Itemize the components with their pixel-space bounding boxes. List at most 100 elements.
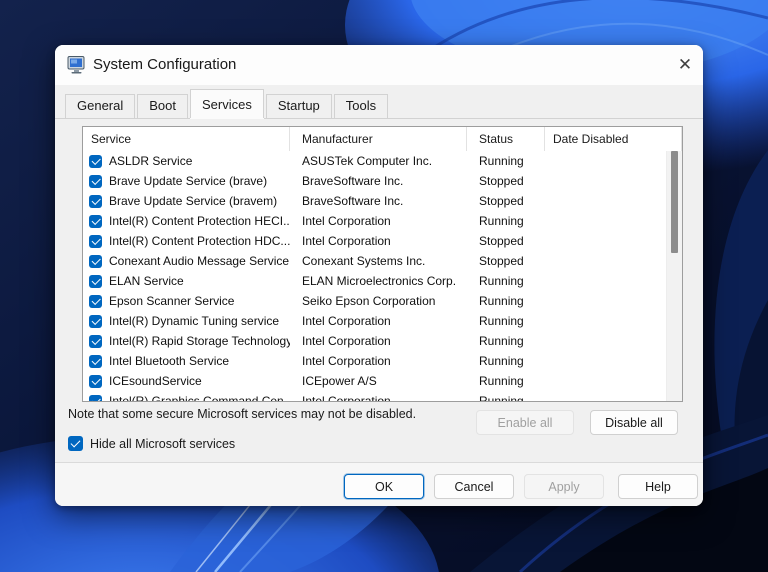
service-checkbox[interactable] [89,254,102,268]
service-cell: Intel(R) Rapid Storage Technology [83,334,290,348]
service-checkbox[interactable] [89,314,102,328]
service-cell: Intel(R) Content Protection HDC... [83,234,290,248]
column-header-status[interactable]: Status [467,127,545,151]
manufacturer-cell: Intel Corporation [302,334,391,348]
service-name: ELAN Service [109,274,184,288]
service-row[interactable]: Brave Update Service (bravem) BraveSoftwa… [83,191,667,211]
status-cell: Stopped [479,234,524,248]
status-cell: Running [479,154,524,168]
service-row[interactable]: ICEsoundService ICEpower A/S Running [83,371,667,391]
service-checkbox[interactable] [89,154,102,168]
manufacturer-cell: BraveSoftware Inc. [302,194,404,208]
apply-button[interactable]: Apply [524,474,604,499]
manufacturer-cell: ICEpower A/S [302,374,377,388]
help-button[interactable]: Help [618,474,698,499]
service-name: Intel(R) Content Protection HECI... [109,214,290,228]
manufacturer-cell: Intel Corporation [302,214,391,228]
service-cell: Conexant Audio Message Service [83,254,290,268]
tab-services[interactable]: Services [190,89,264,118]
tab-boot[interactable]: Boot [137,94,188,118]
service-checkbox[interactable] [89,214,102,228]
service-row[interactable]: ELAN Service ELAN Microelectronics Corp. R… [83,271,667,291]
service-cell: Intel(R) Content Protection HECI... [83,214,290,228]
column-header-service[interactable]: Service [83,127,290,151]
service-checkbox[interactable] [89,374,102,388]
manufacturer-cell: Intel Corporation [302,234,391,248]
titlebar: System Configuration ✕ [55,45,703,85]
manufacturer-cell: BraveSoftware Inc. [302,174,404,188]
scrollbar-thumb[interactable] [671,151,678,253]
tab-general[interactable]: General [65,94,136,118]
tab-startup[interactable]: Startup [265,94,332,118]
status-cell: Running [479,294,524,308]
service-row[interactable]: Intel(R) Graphics Command Cen... Intel Co… [83,391,667,401]
service-checkbox[interactable] [89,294,102,308]
status-cell: Running [479,334,524,348]
service-cell: Epson Scanner Service [83,294,290,308]
status-cell: Running [479,394,524,401]
tab-tools[interactable]: Tools [333,94,389,118]
service-row[interactable]: Intel(R) Rapid Storage Technology Intel C… [83,331,667,351]
service-row[interactable]: Intel(R) Content Protection HDC... Intel … [83,231,667,251]
status-cell: Running [479,314,524,328]
manufacturer-cell: Seiko Epson Corporation [302,294,436,308]
window-title: System Configuration [93,56,237,73]
cancel-button[interactable]: Cancel [434,474,514,499]
service-checkbox[interactable] [89,234,102,248]
note-text: Note that some secure Microsoft services… [68,407,417,421]
service-name: Intel Bluetooth Service [109,354,230,368]
service-row[interactable]: Conexant Audio Message Service Conexant S… [83,251,667,271]
service-name: Intel(R) Dynamic Tuning service [109,314,280,328]
service-name: Brave Update Service (brave) [109,174,268,188]
service-name: Intel(R) Content Protection HDC... [109,234,290,248]
hide-microsoft-services-checkbox[interactable] [68,436,83,451]
service-row[interactable]: ASLDR Service ASUSTek Computer Inc. Runnin… [83,151,667,171]
service-checkbox[interactable] [89,334,102,348]
service-cell: Intel(R) Graphics Command Cen... [83,394,290,401]
ok-button[interactable]: OK [344,474,424,499]
service-cell: ICEsoundService [83,374,290,388]
manufacturer-cell: ASUSTek Computer Inc. [302,154,433,168]
hide-microsoft-services-label: Hide all Microsoft services [90,436,236,451]
status-cell: Stopped [479,174,524,188]
service-cell: ELAN Service [83,274,290,288]
service-checkbox[interactable] [89,354,102,368]
column-header-manufacturer[interactable]: Manufacturer [290,127,467,151]
service-checkbox[interactable] [89,274,102,288]
service-name: Brave Update Service (bravem) [109,194,278,208]
column-header-date-disabled[interactable]: Date Disabled [545,127,682,151]
vertical-scrollbar[interactable] [666,151,682,401]
service-row[interactable]: Intel Bluetooth Service Intel Corporation… [83,351,667,371]
manufacturer-cell: Intel Corporation [302,314,391,328]
dialog-footer: OK Cancel Apply Help [55,462,703,506]
manufacturer-cell: Conexant Systems Inc. [302,254,426,268]
services-list: Service Manufacturer Status Date Disabled A… [82,126,683,402]
close-button[interactable]: ✕ [671,51,699,79]
status-cell: Stopped [479,254,524,268]
service-checkbox[interactable] [89,174,102,188]
service-name: Conexant Audio Message Service [109,254,290,268]
manufacturer-cell: Intel Corporation [302,354,391,368]
service-name: ICEsoundService [109,374,202,388]
status-cell: Running [479,214,524,228]
disable-all-button[interactable]: Disable all [590,410,678,435]
status-cell: Stopped [479,194,524,208]
status-cell: Running [479,374,524,388]
manufacturer-cell: Intel Corporation [302,394,391,401]
service-cell: Brave Update Service (brave) [83,174,290,188]
service-name: Epson Scanner Service [109,294,235,308]
service-row[interactable]: Intel(R) Dynamic Tuning service Intel Cor… [83,311,667,331]
service-checkbox[interactable] [89,394,102,401]
service-row[interactable]: Epson Scanner Service Seiko Epson Corpora… [83,291,667,311]
services-list-rows: ASLDR Service ASUSTek Computer Inc. Runnin… [83,151,667,401]
enable-all-button[interactable]: Enable all [476,410,574,435]
close-icon: ✕ [677,55,693,75]
hide-microsoft-services-row[interactable]: Hide all Microsoft services [68,436,235,451]
service-row[interactable]: Intel(R) Content Protection HECI... Intel… [83,211,667,231]
tab-bar: General Boot Services Startup Tools [65,89,390,118]
service-row[interactable]: Brave Update Service (brave) BraveSoftwar… [83,171,667,191]
system-configuration-icon [67,56,85,74]
status-cell: Running [479,354,524,368]
manufacturer-cell: ELAN Microelectronics Corp. [302,274,457,288]
service-checkbox[interactable] [89,194,102,208]
